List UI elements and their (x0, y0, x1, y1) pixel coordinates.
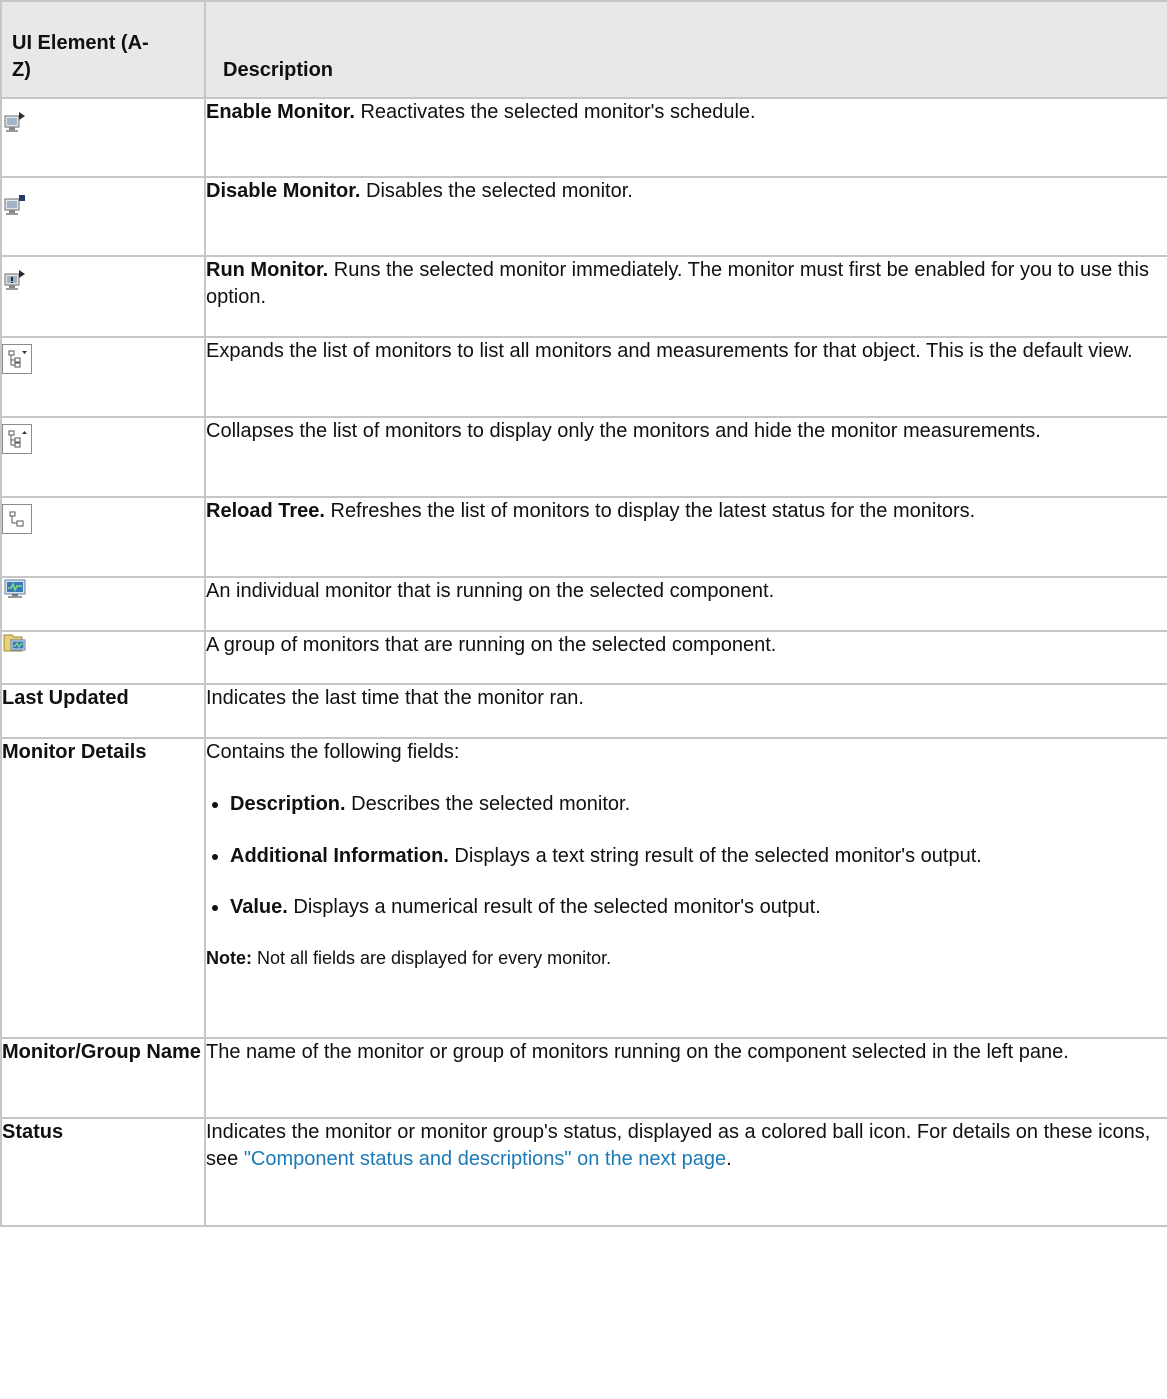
description-text: A group of monitors that are running on … (206, 634, 777, 656)
field-term: Additional Information. (230, 844, 449, 867)
field-term: Value. (230, 896, 288, 919)
fields-intro: Contains the following fields: (206, 741, 460, 763)
table-header-row: UI Element (A-Z) Description (0, 0, 1167, 99)
description-text: An individual monitor that is running on… (206, 580, 775, 602)
note: Note: Not all fields are displayed for e… (206, 946, 1167, 970)
enable-monitor-icon (2, 109, 28, 135)
table-row: Monitor/Group Name The name of the monit… (0, 1037, 1167, 1119)
reload-tree-icon (2, 504, 32, 534)
table-row: Monitor Details Contains the following f… (0, 737, 1167, 1039)
individual-monitor-icon (2, 576, 28, 602)
monitor-group-icon (2, 630, 28, 656)
list-item: Additional Information. Displays a text … (206, 843, 1167, 870)
table-row: Collapses the list of monitors to displa… (0, 416, 1167, 498)
run-monitor-icon (2, 267, 28, 293)
component-status-link[interactable]: "Component status and descriptions" on t… (244, 1148, 726, 1170)
term: Enable Monitor. (206, 101, 355, 123)
ui-element-label: Status (0, 1117, 206, 1227)
disable-monitor-icon (2, 192, 28, 218)
description-text: Runs the selected monitor immediately. T… (206, 259, 1149, 308)
description-text: Indicates the last time that the monitor… (206, 687, 584, 709)
term: Reload Tree. (206, 500, 325, 522)
ui-elements-table: UI Element (A-Z) Description Enable Moni… (0, 0, 1167, 1227)
header-description: Description (204, 0, 1167, 99)
description-text: The name of the monitor or group of moni… (206, 1041, 1069, 1063)
table-row: Expands the list of monitors to list all… (0, 336, 1167, 418)
ui-element-label: Monitor Details (0, 737, 206, 1039)
field-text: Displays a numerical result of the selec… (287, 896, 821, 919)
term: Run Monitor. (206, 259, 329, 281)
field-text: Displays a text string result of the sel… (448, 844, 982, 867)
description-text: Expands the list of monitors to list all… (206, 340, 1133, 362)
table-row: Run Monitor. Runs the selected monitor i… (0, 255, 1167, 338)
ui-element-label: Last Updated (0, 683, 206, 739)
table-row: Last Updated Indicates the last time tha… (0, 683, 1167, 739)
fields-list: Description. Describes the selected moni… (206, 791, 1167, 921)
description-text: Refreshes the list of monitors to displa… (324, 500, 976, 522)
note-label: Note: (206, 948, 252, 969)
field-text: Describes the selected monitor. (345, 792, 631, 815)
table-row: Reload Tree. Refreshes the list of monit… (0, 496, 1167, 578)
list-item: Value. Displays a numerical result of th… (206, 894, 1167, 921)
list-item: Description. Describes the selected moni… (206, 791, 1167, 818)
description-text: Disables the selected monitor. (360, 180, 633, 202)
expand-tree-icon (2, 344, 32, 374)
ui-element-label: Monitor/Group Name (0, 1037, 206, 1119)
table-row: Disable Monitor. Disables the selected m… (0, 176, 1167, 257)
description-end: . (726, 1147, 732, 1170)
collapse-tree-icon (2, 424, 32, 454)
table-row: Status Indicates the monitor or monitor … (0, 1117, 1167, 1227)
note-text: Not all fields are displayed for every m… (252, 948, 612, 969)
field-term: Description. (230, 792, 346, 815)
table-row: A group of monitors that are running on … (0, 630, 1167, 685)
header-ui-element: UI Element (A-Z) (0, 0, 206, 99)
description-text: Collapses the list of monitors to displa… (206, 420, 1041, 442)
description-text: Reactivates the selected monitor's sched… (354, 101, 756, 123)
table-row: An individual monitor that is running on… (0, 576, 1167, 632)
term: Disable Monitor. (206, 180, 361, 202)
table-row: Enable Monitor. Reactivates the selected… (0, 97, 1167, 178)
